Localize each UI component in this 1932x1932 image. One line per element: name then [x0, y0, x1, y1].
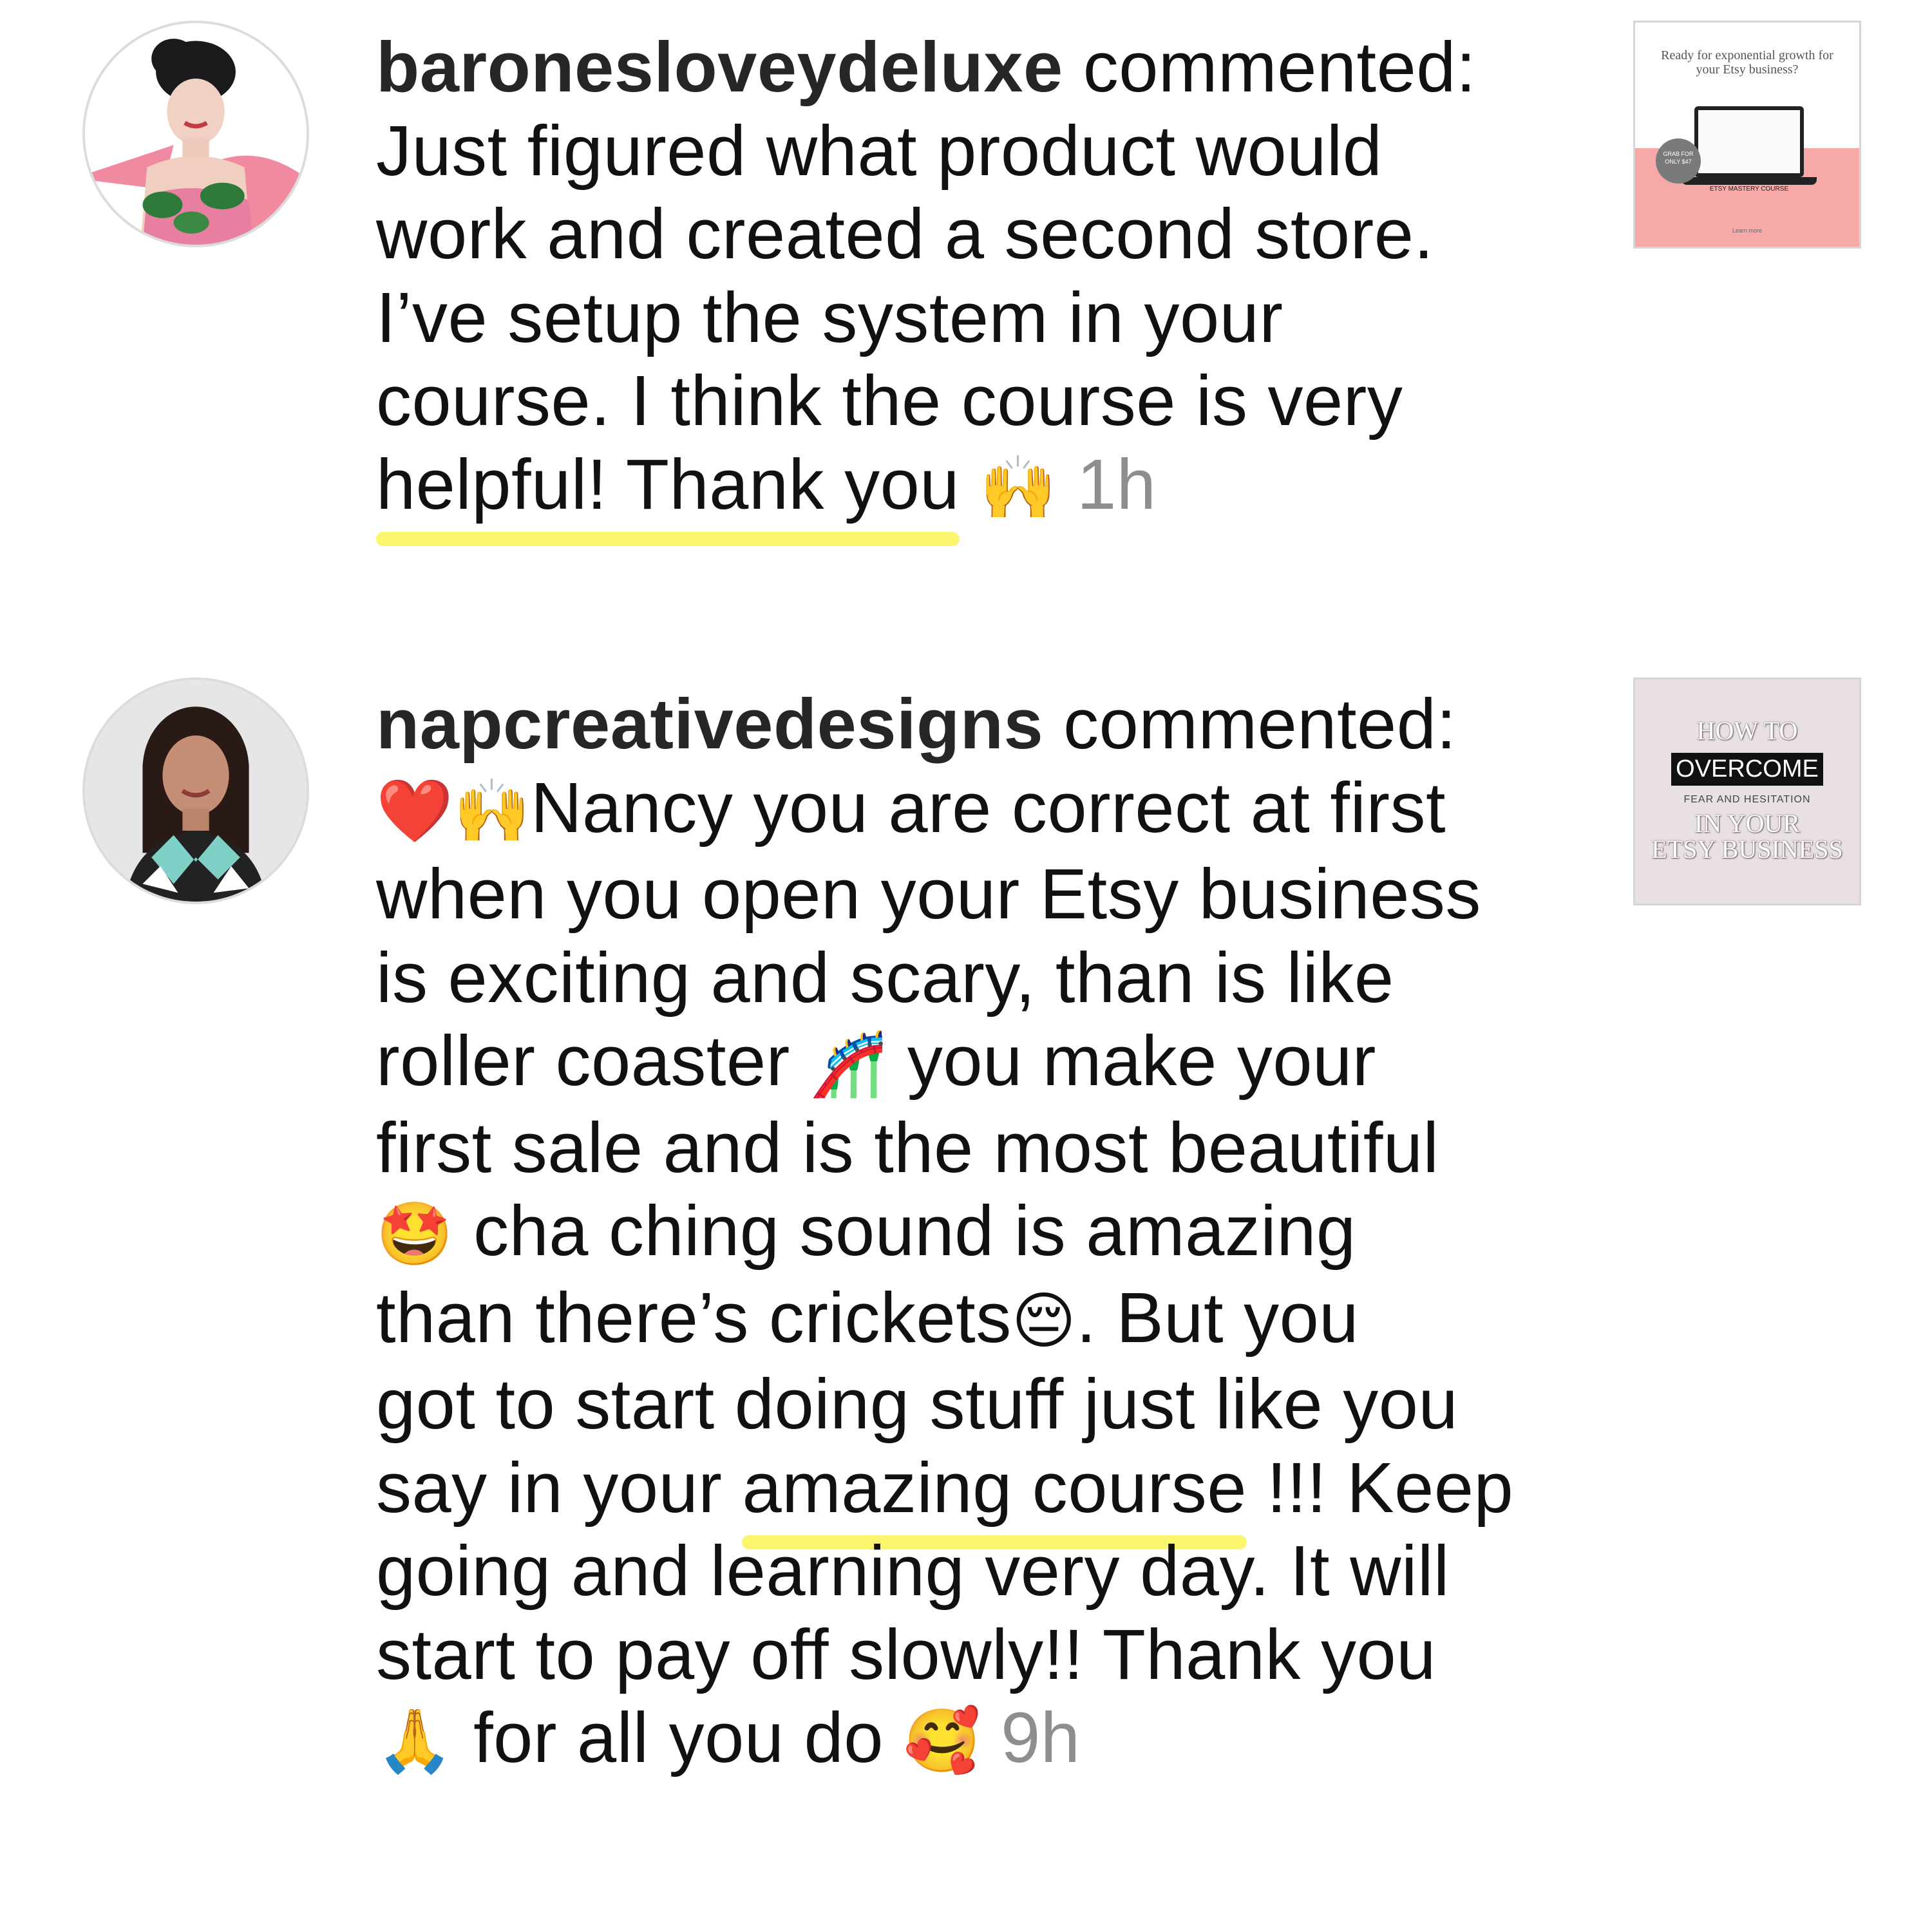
comment-line: start to pay off slowly!! Thank you: [376, 1615, 1436, 1694]
username-link[interactable]: baronesloveydeluxe: [376, 28, 1063, 107]
thumbnail-label: ETSY MASTERY COURSE: [1709, 185, 1789, 193]
price-badge: GRAB FOR ONLY $47: [1656, 138, 1701, 184]
highlighted-text: amazing course: [742, 1448, 1247, 1528]
comment-line: say in your: [376, 1448, 743, 1528]
comment-line: is exciting and scary, than is like: [376, 938, 1394, 1018]
comment-text: napcreativedesigns commented: ❤️🙌Nancy y…: [376, 683, 1587, 1783]
comment-timestamp[interactable]: 1h: [1077, 445, 1156, 524]
comment-line: for all you do: [453, 1698, 904, 1777]
comment-line: !!! Keep: [1246, 1448, 1514, 1528]
comment-line: roller coaster: [376, 1021, 810, 1101]
comment-action: commented:: [1043, 685, 1457, 764]
username-link[interactable]: napcreativedesigns: [376, 685, 1043, 764]
avatar-image: [85, 23, 307, 245]
folded-hands-emoji-icon: 🙏: [376, 1705, 454, 1777]
comment-line: when you open your Etsy business: [376, 855, 1481, 934]
comment-item: napcreativedesigns commented: ❤️🙌Nancy y…: [0, 657, 1932, 1855]
thumbnail-title: Ready for exponential growth for your Et…: [1661, 48, 1833, 77]
comment-line: . But you: [1076, 1278, 1359, 1358]
comment-line: going and learning very day. It will: [376, 1531, 1450, 1611]
comment-line: got to start doing stuff just like you: [376, 1365, 1459, 1444]
thumbnail-text: ETSY BUSINESS: [1651, 835, 1843, 864]
raising-hands-emoji-icon: 🙌: [979, 451, 1057, 524]
thumbnail-text: HOW TO: [1696, 716, 1798, 745]
comment-line: course. I think the course is very: [376, 361, 1403, 440]
post-thumbnail[interactable]: HOW TO OVERCOME FEAR AND HESITATION IN Y…: [1633, 677, 1861, 905]
comment-line: work and created a second store.: [376, 194, 1434, 274]
comment-line: first sale and is the most beautiful: [376, 1108, 1439, 1188]
avatar[interactable]: [82, 21, 309, 247]
avatar[interactable]: [82, 677, 309, 904]
thumbnail-text: IN YOUR: [1694, 809, 1801, 838]
comment-line: I’ve setup the system in your: [376, 278, 1283, 357]
highlighted-text: helpful! Thank you: [376, 444, 960, 524]
thumbnail-text: FEAR AND HESITATION: [1683, 794, 1811, 805]
comment-timestamp[interactable]: 9h: [1001, 1698, 1080, 1777]
thumbnail-text: OVERCOME: [1671, 753, 1823, 786]
comment-text: baronesloveydeluxe commented: Just figur…: [376, 26, 1587, 529]
comment-line: you make your: [887, 1021, 1376, 1101]
comment-action: commented:: [1063, 28, 1477, 107]
comment-line: Nancy you are correct at first: [531, 768, 1446, 848]
roller-coaster-emoji-icon: 🎢: [810, 1028, 887, 1100]
post-thumbnail[interactable]: Ready for exponential growth for your Et…: [1633, 21, 1861, 249]
pensive-face-emoji-icon: 😔: [1011, 1284, 1077, 1357]
comment-line: Just figured what product would: [376, 111, 1383, 191]
comment-item: baronesloveydeluxe commented: Just figur…: [0, 0, 1932, 644]
comment-line: than there’s crickets: [376, 1278, 1012, 1358]
comment-line: cha ching sound is amazing: [453, 1191, 1356, 1271]
avatar-image: [85, 680, 307, 902]
smiling-face-with-hearts-emoji-icon: 🥰: [903, 1705, 981, 1777]
star-struck-emoji-icon: 🤩: [376, 1198, 454, 1270]
thumbnail-footer: Learn more: [1732, 227, 1763, 234]
laptop-icon: [1694, 106, 1804, 177]
heart-and-raising-hands-emoji-icon: ❤️🙌: [376, 774, 531, 847]
